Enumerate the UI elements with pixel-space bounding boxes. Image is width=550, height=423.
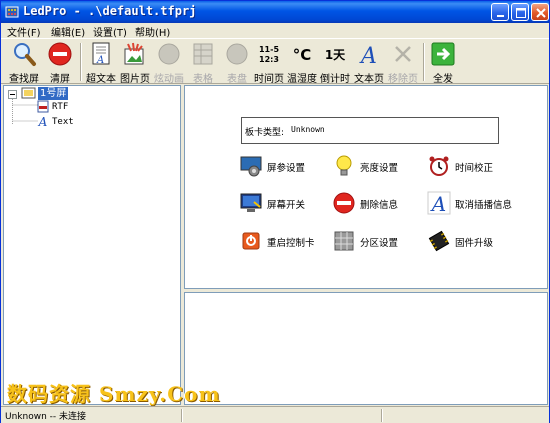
- card-type-box: 板卡类型: Unknown: [241, 117, 499, 144]
- status-separator: [181, 409, 183, 422]
- tree-label-text[interactable]: Text: [52, 116, 74, 128]
- countdown-icon: 1天: [325, 48, 346, 62]
- status-bar: Unknown -- 未连接: [1, 406, 549, 423]
- close-button[interactable]: [531, 3, 549, 21]
- firmware-upgrade-button[interactable]: 固件升级: [427, 229, 517, 253]
- picture-page-icon: [124, 42, 144, 65]
- watermark-text: 数码资源 Smzy.Com: [7, 382, 221, 406]
- restart-card-button[interactable]: 重启控制卡: [239, 229, 329, 253]
- rtf-icon: [37, 100, 49, 113]
- text-page-icon: A: [359, 44, 377, 67]
- toolbar-animation[interactable]: 炫动画: [152, 41, 186, 85]
- toolbar-separator: [80, 43, 82, 81]
- magnifier-icon: [14, 43, 36, 66]
- toolbar-separator: [423, 43, 425, 81]
- screen-tree[interactable]: 1号屏 RTF A Text: [3, 85, 181, 405]
- status-separator: [381, 409, 383, 422]
- toolbar-clear-screen[interactable]: 清屏: [43, 41, 77, 85]
- toolbar-find-screen[interactable]: 查找屏: [7, 41, 41, 85]
- app-window: LedPro - .\default.tfprj 文件(F) 编辑(E) 设置(…: [0, 0, 550, 423]
- close-icon: [536, 8, 546, 18]
- screen-params-icon: [240, 156, 262, 177]
- svg-text:A: A: [96, 55, 104, 66]
- svg-text:°C: °C: [293, 46, 312, 64]
- partition-settings-button[interactable]: 分区设置: [332, 229, 412, 253]
- toolbar-time-page[interactable]: 11-5 12:3 时间页: [253, 41, 285, 85]
- window-title: LedPro - .\default.tfprj: [23, 4, 197, 18]
- collapse-icon[interactable]: [8, 90, 17, 99]
- temperature-icon: °C: [293, 46, 312, 64]
- maximize-icon: [516, 8, 526, 18]
- tree-node-text[interactable]: A Text: [4, 115, 174, 129]
- toolbar: 查找屏 清屏 A 超文本 图片页 炫动画 表格 表盘 11-5 12:3 时间页…: [1, 38, 549, 85]
- brightness-bulb-icon: [336, 155, 352, 176]
- tree-label-rtf[interactable]: RTF: [52, 101, 68, 113]
- cancel-insert-icon: A: [427, 191, 451, 215]
- svg-text:A: A: [430, 192, 446, 215]
- control-panel: [184, 85, 548, 289]
- menu-help[interactable]: 帮助(H): [135, 24, 170, 39]
- table-icon: [193, 43, 213, 65]
- dial-icon: [226, 43, 248, 65]
- delete-info-icon: [333, 192, 355, 214]
- connection-status: Unknown -- 未连接: [5, 412, 86, 422]
- maximize-button[interactable]: [511, 3, 529, 21]
- toolbar-send-all[interactable]: 全发: [427, 41, 459, 85]
- svg-text:A: A: [359, 44, 377, 67]
- toolbar-hypertext[interactable]: A 超文本: [84, 41, 118, 85]
- menu-edit[interactable]: 编辑(E): [51, 24, 85, 39]
- alarm-clock-icon: [429, 156, 449, 176]
- clear-screen-icon: [48, 42, 72, 66]
- delete-info-button[interactable]: 删除信息: [332, 191, 412, 215]
- toolbar-temperature[interactable]: °C 温湿度: [286, 41, 318, 85]
- minimize-button[interactable]: [491, 3, 509, 21]
- toolbar-dial[interactable]: 表盘: [220, 41, 254, 85]
- svg-text:A: A: [38, 115, 48, 128]
- menu-bar: 文件(F) 编辑(E) 设置(T) 帮助(H): [1, 23, 549, 39]
- tree-node-rtf[interactable]: RTF: [4, 100, 174, 114]
- brightness-button[interactable]: 亮度设置: [332, 154, 412, 178]
- screen-switch-button[interactable]: 屏幕开关: [239, 191, 319, 215]
- card-type-value: Unknown: [291, 125, 325, 134]
- partition-icon: [334, 231, 354, 251]
- remove-page-icon: [395, 46, 411, 62]
- time-correction-button[interactable]: 时间校正: [427, 154, 527, 178]
- toolbar-text-page[interactable]: A 文本页: [353, 41, 385, 85]
- firmware-chip-icon: [428, 230, 450, 252]
- svg-text:12:3: 12:3: [259, 55, 279, 64]
- svg-text:11-5: 11-5: [259, 45, 279, 54]
- app-logo-icon: [5, 6, 19, 18]
- title-bar[interactable]: LedPro - .\default.tfprj: [1, 1, 549, 23]
- toolbar-table[interactable]: 表格: [186, 41, 220, 85]
- hypertext-icon: A: [92, 42, 110, 66]
- toolbar-remove-page[interactable]: 移除页: [387, 41, 419, 85]
- minimize-icon: [497, 15, 504, 17]
- monitor-power-icon: [240, 193, 262, 212]
- menu-settings[interactable]: 设置(T): [93, 24, 127, 39]
- svg-text:1天: 1天: [325, 48, 346, 62]
- send-all-icon: [431, 42, 455, 66]
- text-icon: A: [38, 115, 48, 128]
- screen-params-button[interactable]: 屏参设置: [239, 154, 319, 178]
- cancel-insert-button[interactable]: A 取消插播信息: [427, 191, 537, 215]
- animation-icon: [158, 43, 180, 65]
- log-panel: [184, 292, 548, 405]
- toolbar-picture-page[interactable]: 图片页: [118, 41, 152, 85]
- time-page-icon: 11-5 12:3: [259, 45, 279, 64]
- card-type-label: 板卡类型:: [245, 128, 285, 138]
- toolbar-countdown[interactable]: 1天 倒计时: [319, 41, 351, 85]
- menu-file[interactable]: 文件(F): [7, 24, 41, 39]
- tree-root-label[interactable]: 1号屏: [38, 87, 69, 100]
- restart-card-icon: [242, 232, 260, 250]
